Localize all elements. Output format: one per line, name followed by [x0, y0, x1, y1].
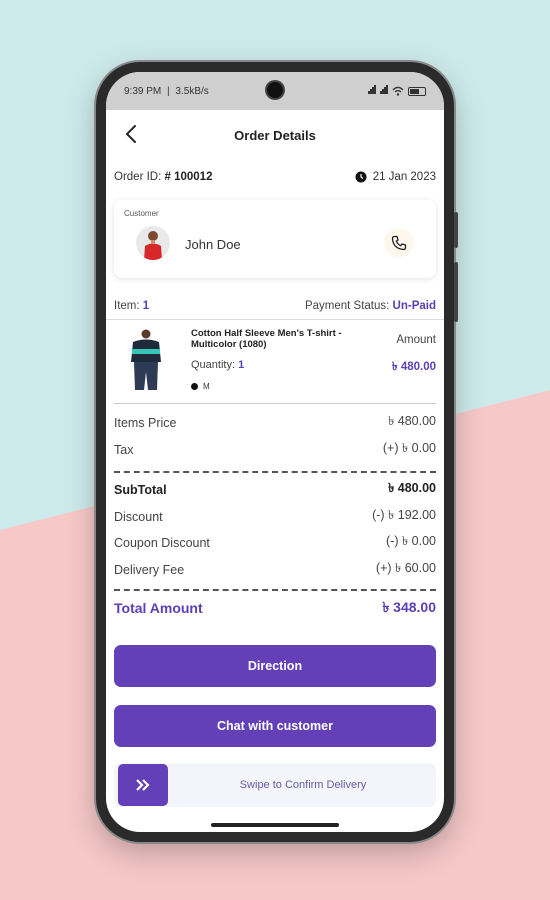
phone-icon	[391, 235, 407, 251]
tax-value: (+) ৳ 0.00	[382, 440, 436, 455]
power-button	[454, 262, 458, 322]
customer-card: Customer John Doe	[114, 200, 436, 278]
product-name: Cotton Half Sleeve Men's T-shirt - Multi…	[191, 328, 342, 351]
subtotal-label: SubTotal	[114, 483, 167, 498]
divider	[114, 471, 436, 473]
swipe-to-confirm-slider[interactable]: Swipe to Confirm Delivery	[114, 763, 436, 807]
payment-status: Payment Status: Un-Paid	[305, 300, 436, 312]
page-title: Order Details	[234, 127, 316, 143]
chat-with-customer-button[interactable]: Chat with customer	[114, 705, 436, 747]
signal-icon-2	[380, 85, 388, 97]
subtotal-row: SubTotal ৳ 480.00	[106, 477, 444, 504]
payment-status-label: Payment Status:	[304, 299, 390, 312]
status-icons	[368, 85, 426, 97]
header: Order Details	[106, 110, 444, 160]
clock-icon	[355, 171, 367, 183]
quantity-label: Quantity:	[191, 359, 236, 371]
phone-screen: 9:39 PM | 3.5kB/s Order Details Order ID…	[106, 72, 444, 832]
amount-label: Amount	[396, 334, 436, 346]
discount-value: (-) ৳ 192.00	[372, 507, 436, 522]
status-left: 9:39 PM | 3.5kB/s	[124, 85, 209, 97]
customer-label: Customer	[124, 209, 159, 218]
color-swatch	[191, 383, 198, 390]
payment-status-value: Un-Paid	[392, 299, 436, 312]
order-date-value: 21 Jan 2023	[372, 171, 436, 183]
order-id-label: Order ID:	[114, 171, 162, 183]
call-button[interactable]	[384, 228, 414, 258]
total-amount-value: ৳ 348.00	[382, 599, 436, 615]
items-price-label: Items Price	[114, 416, 177, 431]
items-price-row: Items Price ৳ 480.00	[106, 410, 444, 437]
items-summary-row: Item: 1 Payment Status: Un-Paid	[106, 292, 444, 320]
swipe-handle[interactable]	[118, 764, 168, 806]
signal-icon	[368, 85, 376, 97]
product-quantity: Quantity: 1	[191, 359, 244, 371]
delivery-fee-row: Delivery Fee (+) ৳ 60.00	[106, 557, 444, 584]
discount-row: Discount (-) ৳ 192.00	[106, 504, 444, 531]
customer-avatar	[136, 226, 170, 260]
coupon-discount-label: Coupon Discount	[114, 536, 210, 551]
order-id: Order ID: # 100012	[114, 171, 212, 183]
delivery-fee-label: Delivery Fee	[114, 562, 185, 577]
order-details-screen: Order Details Order ID: # 100012 21 Jan …	[106, 110, 444, 832]
order-date: 21 Jan 2023	[355, 171, 436, 183]
item-count-value: 1	[142, 299, 150, 312]
product-image	[131, 329, 161, 390]
delivery-fee-value: (+) ৳ 60.00	[375, 560, 436, 575]
direction-button[interactable]: Direction	[114, 645, 436, 687]
tax-row: Tax (+) ৳ 0.00	[106, 437, 444, 464]
discount-label: Discount	[114, 509, 163, 524]
subtotal-value: ৳ 480.00	[388, 481, 436, 496]
order-id-value: # 100012	[164, 171, 213, 183]
order-info-row: Order ID: # 100012 21 Jan 2023	[106, 160, 444, 194]
volume-button	[454, 212, 458, 248]
front-camera	[267, 82, 283, 98]
status-time: 9:39 PM	[124, 85, 162, 97]
items-price-value: ৳ 480.00	[388, 414, 436, 429]
home-indicator	[211, 823, 339, 827]
amount-value: ৳ 480.00	[391, 361, 436, 373]
item-count: Item: 1	[114, 300, 149, 312]
swipe-label: Swipe to Confirm Delivery	[239, 779, 367, 791]
coupon-discount-row: Coupon Discount (-) ৳ 0.00	[106, 530, 444, 557]
coupon-discount-value: (-) ৳ 0.00	[386, 534, 436, 549]
tax-label: Tax	[114, 442, 134, 457]
product-variant: M	[191, 382, 210, 391]
status-speed: 3.5kB/s	[175, 85, 209, 97]
battery-icon	[408, 86, 426, 96]
back-arrow-icon[interactable]	[120, 122, 144, 146]
total-amount-row: Total Amount ৳ 348.00	[106, 591, 444, 625]
wifi-icon	[392, 86, 404, 96]
phone-frame: 9:39 PM | 3.5kB/s Order Details Order ID…	[96, 62, 458, 842]
total-amount-label: Total Amount	[114, 600, 203, 616]
size-value: M	[203, 382, 210, 391]
double-chevron-right-icon	[136, 779, 150, 791]
product-item[interactable]: Cotton Half Sleeve Men's T-shirt - Multi…	[114, 320, 436, 404]
customer-name: John Doe	[185, 237, 241, 252]
quantity-value: 1	[238, 359, 245, 371]
item-label: Item:	[114, 299, 140, 312]
